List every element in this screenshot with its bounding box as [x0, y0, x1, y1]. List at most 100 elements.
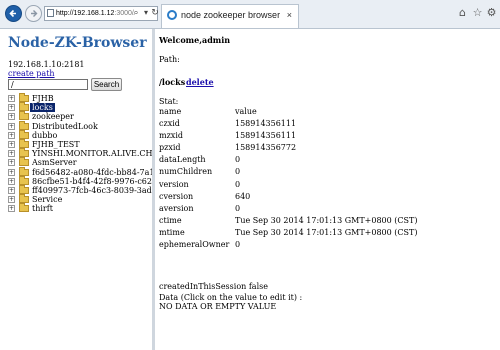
stat-name: aversion — [159, 203, 194, 213]
expand-icon[interactable]: + — [8, 205, 15, 213]
tree-node[interactable]: + dubbo — [8, 129, 152, 140]
url-host: http://192.168.1.12 — [56, 10, 115, 17]
search-button[interactable]: Search — [91, 78, 122, 91]
delete-link[interactable]: delete — [186, 77, 214, 87]
tab-close-icon[interactable]: × — [287, 5, 292, 25]
back-icon — [9, 9, 16, 18]
stat-label: Stat: — [159, 97, 179, 106]
tree-node-label[interactable]: YINSHI.MONITOR.ALIVE.CH — [32, 149, 152, 158]
stat-value: 0 — [235, 203, 241, 213]
expand-icon[interactable]: + — [8, 168, 15, 176]
tree-node[interactable]: +86cfbe51-b4f4-42f8-9976-c625 — [8, 175, 152, 186]
tree-node[interactable]: + zookeeper — [8, 111, 152, 121]
folder-icon — [19, 148, 29, 158]
stat-value: 158914356111 — [235, 119, 297, 129]
tree-node-label[interactable]: locks — [30, 103, 55, 113]
stat-name: pzxid — [159, 143, 181, 153]
stat-value: value — [235, 107, 257, 116]
ie-icon — [167, 10, 177, 20]
stat-value: 158914356111 — [235, 131, 297, 141]
expand-icon[interactable]: + — [8, 104, 15, 112]
tree-node[interactable]: + DistributedLook — [8, 120, 152, 131]
create-path-link[interactable]: create path — [8, 69, 55, 78]
favorites-icon[interactable]: ☆ — [471, 6, 484, 20]
folder-icon — [19, 111, 29, 121]
tree-node[interactable]: + FJHB — [8, 93, 152, 103]
tree-node[interactable]: + thirft — [8, 203, 152, 213]
expand-icon[interactable]: + — [8, 95, 15, 102]
stat-value: 0 — [235, 155, 241, 165]
stat-name: name — [159, 107, 182, 116]
folder-icon — [19, 102, 29, 112]
tree-node[interactable]: + AsmServer — [8, 157, 152, 167]
tree-node-label[interactable]: AsmServer — [32, 158, 77, 167]
path-label: Path: — [159, 55, 180, 64]
tree-node-label[interactable]: dubbo — [32, 131, 57, 140]
folder-icon — [19, 129, 29, 139]
tree-node[interactable]: + f6d56482-a080-4fdc-bb84-7a12 — [8, 166, 152, 177]
tree-node-label[interactable]: 86cfbe51-b4f4-42f8-9976-c625 — [32, 177, 152, 186]
expand-icon[interactable]: + — [8, 131, 15, 139]
stat-name: numChildren — [159, 167, 213, 177]
data-value[interactable]: NO DATA OR EMPTY VALUE — [159, 302, 276, 311]
expand-icon[interactable]: + — [8, 122, 15, 130]
created-in-session: createdInThisSession false — [159, 282, 268, 291]
page-icon — [47, 9, 54, 17]
tree-node-label[interactable]: FJHB_TEST — [32, 140, 80, 149]
stat-name: dataLength — [159, 155, 206, 165]
stat-value: Tue Sep 30 2014 17:01:13 GMT+0800 (CST) — [235, 227, 418, 237]
stat-name: mzxid — [159, 131, 183, 141]
tree-node-label[interactable]: Service — [32, 195, 62, 204]
folder-icon — [19, 184, 29, 194]
expand-icon[interactable]: + — [8, 186, 15, 194]
back-button[interactable] — [5, 5, 22, 22]
tab-title: node zookeeper browser — [181, 10, 281, 20]
detail-panel: Welcome,admin Path: /locks delete Stat: … — [155, 29, 500, 350]
forward-icon — [31, 10, 38, 17]
folder-icon — [19, 93, 29, 102]
browser-toolbar: http://192.168.1.12:3000/ ⌕ ▾ ↻ node zoo… — [0, 0, 500, 29]
tree-node-label[interactable]: zookeeper — [32, 112, 74, 121]
stat-value: 0 — [235, 240, 241, 250]
home-icon[interactable]: ⌂ — [456, 6, 469, 20]
settings-icon[interactable]: ⚙ — [485, 6, 498, 20]
tree-node-label[interactable]: DistributedLook — [32, 122, 98, 131]
tree-node-label[interactable]: FJHB — [32, 94, 54, 103]
app-title: Node-ZK-Browser — [8, 35, 147, 51]
folder-icon — [19, 203, 29, 213]
stat-name: ctime — [159, 215, 182, 225]
tree-node-label[interactable]: thirft — [32, 204, 53, 213]
current-path: /locks — [159, 77, 186, 87]
tab-active[interactable]: node zookeeper browser × — [161, 4, 299, 28]
welcome-heading: Welcome,admin — [159, 35, 231, 45]
host-address: 192.168.1.10:2181 — [8, 60, 85, 69]
folder-icon — [19, 166, 29, 176]
expand-icon[interactable]: + — [8, 196, 15, 204]
expand-icon[interactable]: + — [8, 150, 15, 158]
tree-node[interactable]: + FJHB_TEST — [8, 138, 152, 149]
search-icon[interactable]: ⌕ — [131, 7, 141, 19]
stat-name: ephemeralOwner — [159, 240, 230, 250]
expand-icon[interactable]: + — [8, 177, 15, 185]
search-input[interactable] — [8, 79, 88, 90]
tree-node-label[interactable]: f6d56482-a080-4fdc-bb84-7a12 — [32, 168, 152, 177]
refresh-icon[interactable]: ↻ — [150, 7, 160, 19]
tree-node[interactable]: + Service — [8, 194, 152, 204]
stat-value: 0 — [235, 179, 241, 189]
stat-name: czxid — [159, 119, 180, 129]
tree-node[interactable]: + YINSHI.MONITOR.ALIVE.CH — [8, 148, 152, 158]
tree-node-selected[interactable]: + locks — [8, 102, 152, 113]
tree-node-label[interactable]: ff409973-7fcb-46c3-8039-3ad3 — [32, 186, 152, 195]
expand-icon[interactable]: + — [8, 113, 15, 121]
folder-icon — [19, 120, 29, 130]
node-tree: + FJHB + locks + zookeeper + DistributedLook… — [8, 93, 152, 213]
sidebar: Node-ZK-Browser 192.168.1.10:2181 create… — [0, 29, 152, 350]
forward-button[interactable] — [25, 5, 42, 22]
expand-icon[interactable]: + — [8, 140, 15, 148]
expand-icon[interactable]: + — [8, 159, 15, 167]
folder-icon — [19, 175, 29, 185]
folder-icon — [19, 157, 29, 167]
tree-node[interactable]: + ff409973-7fcb-46c3-8039-3ad3 — [8, 184, 152, 195]
folder-icon — [19, 138, 29, 148]
stat-name: version — [159, 179, 189, 189]
